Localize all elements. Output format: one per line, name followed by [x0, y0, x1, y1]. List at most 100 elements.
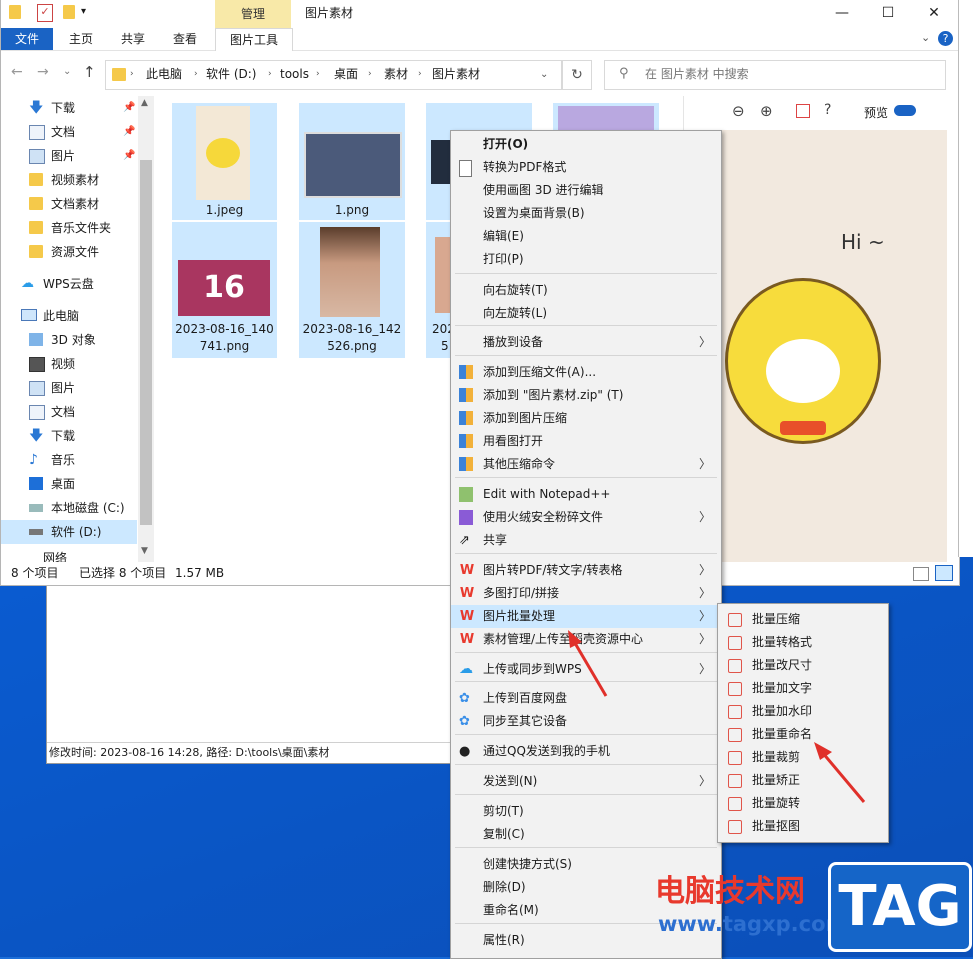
preview-label: 预览 — [864, 106, 889, 120]
help-icon[interactable]: ? — [938, 31, 953, 46]
sidebar-item-3d-objects[interactable]: 3D 对象 — [1, 328, 137, 352]
context-menu-item-label: 添加到图片压缩 — [483, 411, 568, 425]
context-menu-item[interactable]: W 多图打印/拼接 〉 — [451, 582, 721, 605]
sidebar-item-desktop[interactable]: 桌面 — [1, 472, 137, 496]
submenu-item[interactable]: 批量抠图 — [718, 815, 888, 838]
context-menu-item[interactable]: W 图片转PDF/转文字/转表格 〉 — [451, 559, 721, 582]
sidebar-item-resource-files[interactable]: 资源文件 — [1, 240, 137, 264]
large-icons-view-icon[interactable] — [935, 565, 953, 581]
baidu-netdisk-icon: ✿ — [459, 691, 470, 706]
quick-access-dropdown-icon[interactable]: ▾ — [81, 6, 86, 17]
sidebar-item-drive-d[interactable]: 软件 (D:) — [1, 520, 137, 544]
details-view-icon[interactable] — [913, 567, 929, 581]
sidebar-item-music-folder[interactable]: 音乐文件夹 — [1, 216, 137, 240]
scroll-up-icon[interactable]: ▲ — [141, 98, 148, 108]
sidebar-item-pc-downloads[interactable]: 🡇 下载 — [1, 424, 137, 448]
zoom-in-icon[interactable]: ⊕ — [760, 102, 773, 120]
context-menu-item-label: 重命名(M) — [483, 903, 539, 917]
crumb-desktop[interactable]: 桌面 — [334, 61, 358, 88]
tab-home[interactable]: 主页 — [61, 28, 101, 50]
context-menu-item[interactable]: 添加到图片压缩 — [451, 407, 721, 430]
sidebar-item-pictures[interactable]: 图片 📌 — [1, 144, 137, 168]
context-menu-item[interactable]: 复制(C) — [451, 823, 721, 846]
maximize-button[interactable]: ☐ — [865, 0, 911, 26]
annotation-arrow-2 — [820, 751, 866, 803]
context-menu-item-label: 转换为PDF格式 — [483, 160, 567, 174]
preview-image-text: Hi ~ — [841, 230, 885, 254]
context-menu-item[interactable]: Edit with Notepad++ — [451, 483, 721, 506]
preview-toggle[interactable] — [894, 105, 916, 116]
chevron-right-icon: › — [130, 69, 134, 79]
grid-view-icon[interactable] — [796, 104, 810, 118]
context-menu-item[interactable]: 添加到 "图片素材.zip" (T) — [451, 384, 721, 407]
tab-picture-tools[interactable]: 图片工具 — [215, 28, 293, 51]
sidebar-item-pc-pictures[interactable]: 图片 — [1, 376, 137, 400]
sidebar-item-network[interactable]: 网络 — [1, 548, 137, 562]
context-menu-item[interactable]: 向右旋转(T) — [451, 279, 721, 302]
sidebar-item-documents[interactable]: 文档 📌 — [1, 120, 137, 144]
context-menu-item[interactable]: 转换为PDF格式 — [451, 156, 721, 179]
context-menu-item[interactable]: 用看图打开 — [451, 430, 721, 453]
file-tile[interactable]: 16 2023-08-16_140 741.png — [172, 222, 277, 358]
crumb-tools[interactable]: tools — [280, 61, 309, 88]
file-tile[interactable]: 1.png — [299, 103, 405, 220]
crumb-drive-d[interactable]: 软件 (D:) — [206, 61, 256, 88]
context-menu-item[interactable]: 打印(P) — [451, 248, 721, 271]
sidebar-item-music[interactable]: ♪ 音乐 — [1, 448, 137, 472]
archive-icon — [459, 365, 473, 379]
new-folder-icon[interactable] — [63, 5, 75, 19]
address-bar[interactable]: › 此电脑 › 软件 (D:) › tools › 桌面 › 素材 › 图片素材… — [105, 60, 562, 90]
cube-icon — [29, 333, 43, 346]
sidebar-item-video-material[interactable]: 视频素材 — [1, 168, 137, 192]
ribbon-expand-icon[interactable]: ⌄ — [921, 31, 930, 44]
sidebar-item-downloads[interactable]: 🡇 下载 📌 — [1, 96, 137, 120]
context-menu-item[interactable]: ⇗ 共享 — [451, 529, 721, 552]
title-bar[interactable]: ✓ ▾ 管理 图片素材 — ☐ ✕ — [1, 0, 959, 28]
tab-view[interactable]: 查看 — [165, 28, 205, 50]
document-icon — [459, 160, 472, 177]
search-input[interactable]: ⚲ 在 图片素材 中搜索 — [604, 60, 946, 90]
forward-arrow-icon[interactable]: → — [37, 64, 49, 80]
sidebar-item-pc-documents[interactable]: 文档 — [1, 400, 137, 424]
context-menu-item[interactable]: 添加到压缩文件(A)... — [451, 361, 721, 384]
crumb-picture-material[interactable]: 图片素材 — [432, 61, 480, 88]
search-placeholder: 在 图片素材 中搜索 — [645, 67, 749, 81]
help-circle-icon[interactable]: ? — [824, 102, 831, 118]
context-menu-item[interactable]: 设置为桌面背景(B) — [451, 202, 721, 225]
sidebar-item-doc-material[interactable]: 文档素材 — [1, 192, 137, 216]
sidebar-item-wps-cloud[interactable]: ☁ WPS云盘 — [1, 272, 137, 296]
context-menu-item[interactable]: 编辑(E) — [451, 225, 721, 248]
context-menu-item[interactable]: 其他压缩命令 〉 — [451, 453, 721, 476]
zoom-out-icon[interactable]: ⊖ — [732, 102, 745, 120]
sidebar-item-videos[interactable]: 视频 — [1, 352, 137, 376]
arrowhead-icon — [568, 630, 582, 648]
up-arrow-icon[interactable]: ↑ — [83, 63, 96, 81]
crumb-material[interactable]: 素材 — [384, 61, 408, 88]
context-menu-item[interactable]: 打开(O) — [451, 133, 721, 156]
address-dropdown-icon[interactable]: ⌄ — [540, 61, 548, 88]
refresh-button[interactable]: ↻ — [562, 60, 592, 90]
crumb-this-pc[interactable]: 此电脑 — [146, 61, 182, 88]
scroll-down-icon[interactable]: ▼ — [141, 546, 148, 556]
tab-file[interactable]: 文件 — [1, 28, 53, 50]
context-menu-item[interactable]: 使用画图 3D 进行编辑 — [451, 179, 721, 202]
chevron-right-icon: 〉 — [698, 510, 711, 524]
sidebar-item-drive-c[interactable]: 本地磁盘 (C:) — [1, 496, 137, 520]
navigation-scrollbar-thumb[interactable] — [140, 160, 152, 525]
context-menu-item[interactable]: 向左旋转(L) — [451, 302, 721, 325]
context-menu-item[interactable]: 播放到设备 〉 — [451, 331, 721, 354]
context-menu: 打开(O) 转换为PDF格式使用画图 3D 进行编辑 设置为桌面背景(B) 编辑(E)… — [450, 130, 722, 959]
file-tile[interactable]: 1.jpeg — [172, 103, 277, 220]
context-menu-item[interactable]: 使用火绒安全粉碎文件 〉 — [451, 506, 721, 529]
recent-locations-icon[interactable]: ⌄ — [63, 66, 71, 77]
manage-tab-group[interactable]: 管理 — [215, 0, 291, 28]
minimize-button[interactable]: — — [819, 0, 865, 26]
tab-share[interactable]: 共享 — [113, 28, 153, 50]
properties-icon[interactable]: ✓ — [37, 4, 53, 22]
back-arrow-icon[interactable]: ← — [11, 64, 23, 80]
file-tile[interactable]: 2023-08-16_142 526.png — [299, 222, 405, 358]
file-tile[interactable] — [553, 103, 659, 131]
context-menu-item-label: 多图打印/拼接 — [483, 586, 560, 600]
sidebar-item-this-pc[interactable]: 此电脑 — [1, 304, 137, 328]
close-button[interactable]: ✕ — [911, 0, 957, 26]
